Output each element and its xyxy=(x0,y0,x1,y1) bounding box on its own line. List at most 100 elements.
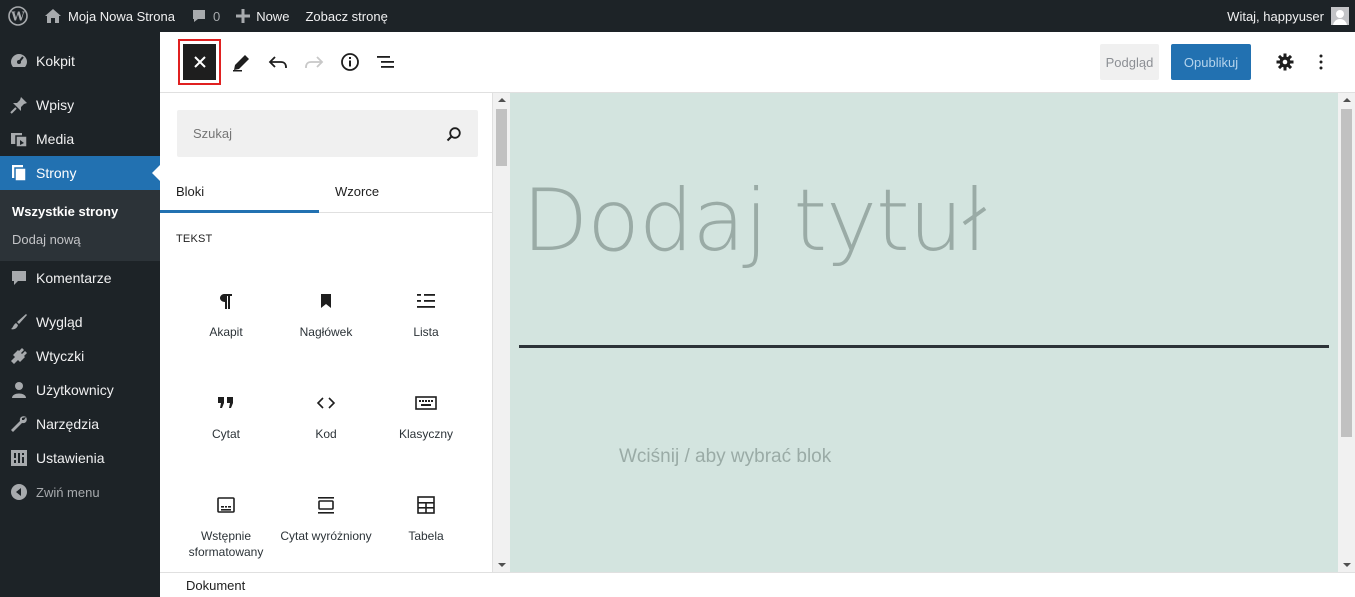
admin-bar: W Moja Nowa Strona 0 Nowe Zobacz stronę … xyxy=(0,0,1355,32)
canvas-scrollbar[interactable] xyxy=(1338,93,1355,572)
tab-patterns[interactable]: Wzorce xyxy=(319,170,478,212)
code-icon xyxy=(314,391,338,415)
wordpress-logo-button[interactable]: W xyxy=(0,0,36,32)
more-options-button[interactable] xyxy=(1303,44,1339,80)
comments-link[interactable]: 0 xyxy=(183,0,228,32)
scroll-up-arrow[interactable] xyxy=(1343,98,1351,102)
inserter-scrollbar[interactable] xyxy=(493,93,510,572)
submenu-add-new[interactable]: Dodaj nową xyxy=(0,225,160,253)
list-view-icon xyxy=(377,56,394,68)
settings-button[interactable] xyxy=(1267,44,1303,80)
block-pullquote[interactable]: Cytat wyróżniony xyxy=(276,481,376,572)
block-label: Cytat wyróżniony xyxy=(280,529,372,543)
submenu-all-pages[interactable]: Wszystkie strony xyxy=(0,197,160,225)
search-icon[interactable] xyxy=(446,126,462,142)
wrench-icon xyxy=(9,414,29,434)
comment-icon xyxy=(9,268,29,288)
block-preformatted[interactable]: Wstępnie sformatowany xyxy=(176,481,276,572)
undo-button[interactable] xyxy=(260,44,296,80)
collapse-icon xyxy=(9,482,29,502)
sidebar-item-uzytkownicy[interactable]: Użytkownicy xyxy=(0,373,160,407)
sidebar-item-media[interactable]: Media xyxy=(0,122,160,156)
sidebar-item-kokpit[interactable]: Kokpit xyxy=(0,44,160,78)
sidebar-item-strony[interactable]: Strony xyxy=(0,156,160,190)
details-button[interactable] xyxy=(332,44,368,80)
list-view-button[interactable] xyxy=(368,44,404,80)
users-icon xyxy=(9,380,29,400)
collapse-label: Zwiń menu xyxy=(36,484,100,500)
scrollbar-thumb[interactable] xyxy=(1341,109,1352,437)
block-search-input[interactable] xyxy=(193,126,446,141)
plus-icon xyxy=(236,9,251,23)
post-title-placeholder[interactable]: Dodaj tytuł xyxy=(522,171,987,271)
block-list[interactable]: Lista xyxy=(376,277,476,379)
block-quote[interactable]: Cytat xyxy=(176,379,276,481)
block-label: Nagłówek xyxy=(299,325,353,339)
home-icon xyxy=(44,8,62,24)
greeting: Witaj, happyuser xyxy=(1227,8,1324,24)
site-name: Moja Nowa Strona xyxy=(68,8,175,24)
pages-submenu: Wszystkie strony Dodaj nową xyxy=(0,190,160,261)
redo-button[interactable] xyxy=(296,44,332,80)
block-label: Lista xyxy=(413,325,439,339)
pullquote-icon xyxy=(314,493,338,517)
media-icon xyxy=(9,129,29,149)
inserter-tabs: Bloki Wzorce xyxy=(160,170,492,213)
tools-button[interactable] xyxy=(224,44,260,80)
pages-icon xyxy=(9,163,29,183)
breadcrumb-document[interactable]: Dokument xyxy=(186,578,245,593)
tab-blocks[interactable]: Bloki xyxy=(160,170,319,213)
admin-side-menu: Kokpit Wpisy Media Strony Wszystkie stro… xyxy=(0,32,160,597)
table-icon xyxy=(414,493,438,517)
separator-block[interactable] xyxy=(519,345,1329,348)
block-heading[interactable]: Nagłówek xyxy=(276,277,376,379)
block-label: Wstępnie sformatowany xyxy=(188,529,264,559)
gear-icon xyxy=(1276,53,1294,71)
sidebar-item-label: Komentarze xyxy=(36,270,112,286)
block-classic[interactable]: Klasyczny xyxy=(376,379,476,481)
comments-count: 0 xyxy=(212,8,221,24)
category-title: Tekst xyxy=(176,233,213,245)
view-page-link[interactable]: Zobacz stronę xyxy=(297,0,395,32)
comment-bubble-icon xyxy=(191,8,207,24)
scroll-up-arrow[interactable] xyxy=(498,98,506,102)
block-breadcrumb: Dokument xyxy=(160,572,1355,597)
plugin-icon xyxy=(9,346,29,366)
publish-button[interactable]: Opublikuj xyxy=(1171,44,1251,80)
sidebar-item-label: Wpisy xyxy=(36,97,75,113)
dashboard-icon xyxy=(9,51,29,71)
site-name-link[interactable]: Moja Nowa Strona xyxy=(36,0,183,32)
sidebar-item-ustawienia[interactable]: Ustawienia xyxy=(0,441,160,475)
block-paragraph[interactable]: Akapit xyxy=(176,277,276,379)
editor-header: Podgląd Opublikuj xyxy=(160,32,1355,93)
pin-icon xyxy=(9,95,29,115)
block-code[interactable]: Kod xyxy=(276,379,376,481)
scroll-down-arrow[interactable] xyxy=(1343,563,1351,567)
close-inserter-button[interactable] xyxy=(178,39,221,85)
block-table[interactable]: Tabela xyxy=(376,481,476,572)
account-menu[interactable]: Witaj, happyuser xyxy=(1219,0,1355,32)
sidebar-item-label: Media xyxy=(36,131,75,147)
avatar xyxy=(1331,7,1349,25)
sidebar-item-narzedzia[interactable]: Narzędzia xyxy=(0,407,160,441)
scroll-down-arrow[interactable] xyxy=(498,563,506,567)
bookmark-icon xyxy=(314,289,338,313)
redo-icon xyxy=(305,56,324,68)
close-icon xyxy=(193,56,206,68)
block-label: Tabela xyxy=(408,529,444,543)
block-search xyxy=(177,110,478,157)
block-label: Kod xyxy=(315,427,337,441)
block-grid: Akapit Nagłówek Lista Cytat Kod Klasyczn… xyxy=(176,277,477,572)
info-icon xyxy=(341,53,359,71)
sidebar-item-wtyczki[interactable]: Wtyczki xyxy=(0,339,160,373)
keyboard-icon xyxy=(414,391,438,415)
collapse-menu-button[interactable]: Zwiń menu xyxy=(0,475,160,509)
new-content-link[interactable]: Nowe xyxy=(228,0,297,32)
default-block-appender[interactable]: Wciśnij / aby wybrać blok xyxy=(619,446,831,468)
more-vertical-icon xyxy=(1319,54,1323,70)
sidebar-item-wpisy[interactable]: Wpisy xyxy=(0,88,160,122)
preview-button[interactable]: Podgląd xyxy=(1100,44,1159,80)
sidebar-item-komentarze[interactable]: Komentarze xyxy=(0,261,160,295)
scrollbar-thumb[interactable] xyxy=(496,109,507,166)
sidebar-item-wyglad[interactable]: Wygląd xyxy=(0,305,160,339)
